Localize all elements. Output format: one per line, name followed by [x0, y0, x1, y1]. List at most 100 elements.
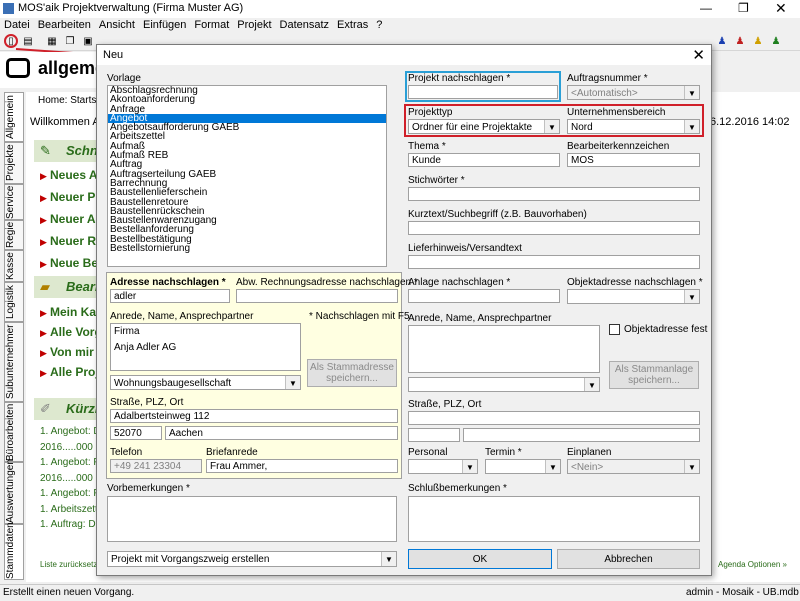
tab-service[interactable]: Service	[4, 184, 24, 220]
create-option-select[interactable]: Projekt mit Vorgangszweig erstellen ▼	[107, 551, 397, 567]
date-text: 6.12.2016 14:02	[710, 116, 790, 128]
auftrag-select[interactable]: <Automatisch> ▼	[567, 85, 700, 100]
einplanen-select[interactable]: <Nein> ▼	[567, 459, 700, 474]
status-text: Erstellt einen neuen Vorgang.	[3, 587, 135, 598]
anrede-line: Firma	[114, 326, 140, 337]
stichwoerter-input[interactable]	[408, 187, 700, 201]
personal-select[interactable]: ▼	[408, 459, 478, 474]
tab-auswertungen[interactable]: Auswertungen	[4, 459, 24, 524]
dialog-close-icon[interactable]: ✕	[692, 46, 705, 64]
plz2-input[interactable]	[408, 428, 460, 442]
menu-datensatz[interactable]: Datensatz	[276, 18, 334, 32]
recent-item[interactable]: 1. Angebot: Fi	[40, 457, 103, 473]
create-option-value: Projekt mit Vorgangszweig erstellen	[111, 554, 270, 565]
module-title: allgeme	[38, 58, 106, 78]
tab-regie[interactable]: Regie	[4, 220, 24, 250]
schluss-textarea[interactable]	[408, 496, 700, 542]
stammadresse-button[interactable]: Als Stammadresse speichern...	[307, 359, 397, 387]
menu-projekt[interactable]: Projekt	[233, 18, 275, 32]
list-item[interactable]: Arbeitszettel	[108, 132, 386, 142]
list-item[interactable]: Bestellstornierung	[108, 243, 386, 253]
adresse-input[interactable]: adler	[110, 289, 230, 303]
quick-link[interactable]: Neuer Ar	[50, 212, 100, 226]
telefon-input[interactable]: +49 241 23304	[110, 459, 202, 473]
quick-link[interactable]: Neuer Re	[50, 234, 103, 248]
ort2-input[interactable]	[463, 428, 700, 442]
close-icon[interactable]: ✕	[775, 0, 787, 17]
recent-item[interactable]: 2016.....000	[40, 442, 103, 458]
list-item[interactable]: Anfrage	[108, 104, 386, 114]
open-icon[interactable]: ▤	[22, 36, 34, 48]
tab-projekte[interactable]: Projekte	[4, 142, 24, 184]
quick-link[interactable]: Neuer Pr	[50, 190, 100, 204]
chevron-down-icon: ▼	[584, 378, 599, 391]
tab-subunternehmer[interactable]: Subunternehmer	[4, 322, 24, 402]
tab-allgemein[interactable]: Allgemein	[4, 92, 24, 142]
vorbem-textarea[interactable]	[107, 496, 397, 542]
strasse-input[interactable]: Adalbertsteinweg 112	[110, 409, 398, 423]
user-red-icon[interactable]: ♟	[734, 36, 746, 48]
plz-input[interactable]: 52070	[110, 426, 162, 440]
menu-help[interactable]: ?	[372, 18, 386, 32]
tab-kasse[interactable]: Kasse	[4, 250, 24, 282]
stammanlage-button[interactable]: Als Stammanlage speichern...	[609, 361, 699, 389]
bearbeiter-input[interactable]: MOS	[567, 153, 700, 167]
anlage-input[interactable]	[408, 289, 560, 303]
user-yellow-icon[interactable]: ♟	[752, 36, 764, 48]
recent-item[interactable]: 1. Angebot: Fi	[40, 488, 103, 504]
tab-logistik[interactable]: Logistik	[4, 282, 24, 322]
thema-input[interactable]: Kunde	[408, 153, 560, 167]
quick-link[interactable]: Neue Be	[50, 256, 98, 270]
tab-bueroarbeiten[interactable]: Büroarbeiten	[4, 402, 24, 462]
abw-input[interactable]	[236, 289, 398, 303]
anrede2-textarea[interactable]	[408, 325, 600, 373]
tab-stammdaten[interactable]: Stammdaten	[4, 522, 24, 580]
list-item[interactable]: Aufmaß REB	[108, 150, 386, 160]
recent-item[interactable]: 1. Auftrag: Div	[40, 519, 103, 535]
lieferhinweis-input[interactable]	[408, 255, 700, 269]
quick-link[interactable]: Neues Ar	[50, 168, 102, 182]
objekt-fest-checkbox[interactable]	[609, 324, 620, 335]
strasse2-input[interactable]	[408, 411, 700, 425]
list-item[interactable]: Akontoanforderung	[108, 95, 386, 105]
maximize-icon[interactable]: ❐	[738, 1, 749, 15]
recent-item[interactable]: 1. Arbeitszette	[40, 504, 103, 520]
paste-icon[interactable]: ▣	[82, 36, 94, 48]
app-titlebar: MOS'aik Projektverwaltung (Firma Muster …	[0, 0, 800, 18]
ort-input[interactable]: Aachen	[165, 426, 398, 440]
menu-datei[interactable]: Datei	[0, 18, 34, 32]
kurztext-input[interactable]	[408, 221, 700, 235]
copy-icon[interactable]: ❐	[64, 36, 76, 48]
briefanrede-input[interactable]: Frau Ammer,	[206, 459, 398, 473]
recent-item[interactable]: 2016.....000	[40, 473, 103, 489]
print-icon[interactable]: ▦	[46, 36, 58, 48]
bereich-select[interactable]: Nord ▼	[567, 119, 700, 134]
objekt-select[interactable]: ▼	[567, 289, 700, 304]
vorlage-label: Vorlage	[107, 73, 141, 84]
projekttyp-select[interactable]: Ordner für eine Projektakte ▼	[408, 119, 560, 134]
menu-ansicht[interactable]: Ansicht	[95, 18, 139, 32]
auftrag-label: Auftragsnummer *	[567, 73, 648, 84]
edit-link[interactable]: Mein Kal	[50, 305, 99, 319]
new-document-icon[interactable]: ▯	[4, 34, 18, 48]
objekt-fest-label: Objektadresse fest	[624, 324, 708, 335]
ok-button[interactable]: OK	[408, 549, 552, 569]
agenda-options-link[interactable]: Agenda Optionen »	[718, 560, 787, 569]
user-blue-icon[interactable]: ♟	[716, 36, 728, 48]
gruppe2-select[interactable]: ▼	[408, 377, 600, 392]
termin-select[interactable]: ▼	[485, 459, 561, 474]
menu-extras[interactable]: Extras	[333, 18, 372, 32]
cancel-button[interactable]: Abbrechen	[557, 549, 700, 569]
anrede-textarea[interactable]: Firma Anja Adler AG	[110, 323, 301, 371]
menu-bearbeiten[interactable]: Bearbeiten	[34, 18, 95, 32]
user-green-icon[interactable]: ♟	[770, 36, 782, 48]
vorlage-list[interactable]: Abschlagsrechnung Akontoanforderung Anfr…	[107, 85, 387, 267]
chevron-down-icon: ▼	[684, 86, 699, 99]
projekt-input[interactable]	[408, 85, 558, 99]
edit-link[interactable]: Alle Vorg	[50, 325, 102, 339]
recent-item[interactable]: 1. Angebot: Di	[40, 426, 103, 442]
gruppe-select[interactable]: Wohnungsbaugesellschaft ▼	[110, 375, 301, 390]
minimize-icon[interactable]: —	[700, 1, 712, 15]
menu-einfuegen[interactable]: Einfügen	[139, 18, 190, 32]
menu-format[interactable]: Format	[190, 18, 233, 32]
